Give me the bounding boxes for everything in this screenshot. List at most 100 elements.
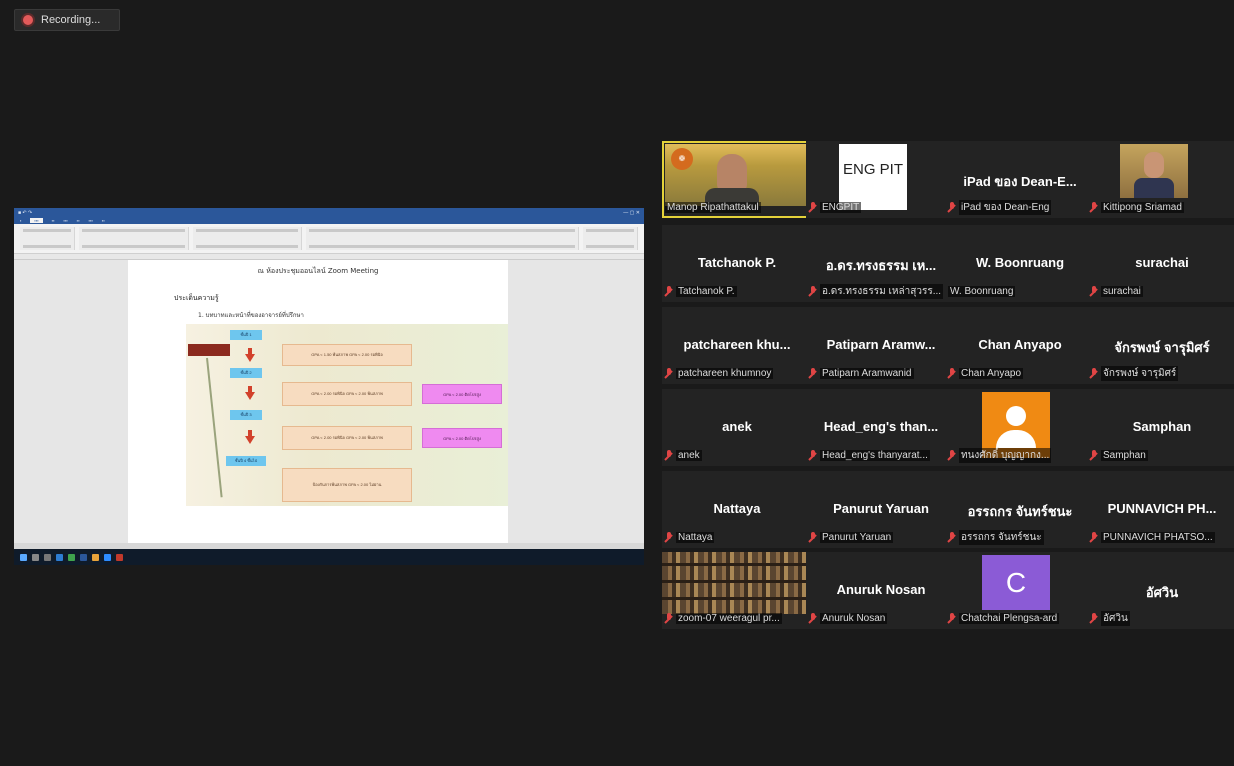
- participant-name-label: Patiparn Aramwanid: [820, 368, 914, 379]
- participant-display-name: Samphan: [1132, 419, 1192, 434]
- participant-name-label: surachai: [1101, 286, 1143, 297]
- participant-tile[interactable]: ทนงศักดิ์ บุญญากง...: [945, 389, 1095, 466]
- participant-tile[interactable]: Kittipong Sriamad: [1087, 141, 1234, 218]
- participant-caption: อ.ดร.ทรงธรรม เหล่าสุวรร...: [809, 284, 944, 299]
- participant-name-label: Chan Anyapo: [959, 368, 1024, 379]
- participant-caption: Panurut Yaruan: [809, 531, 894, 544]
- flow-stalk: [206, 357, 223, 498]
- participant-name-label: zoom-07 weeragul pr...: [676, 613, 782, 624]
- participant-tile[interactable]: W. Boonruang W. Boonruang: [945, 225, 1095, 302]
- participant-tile[interactable]: จักรพงษ์ จารุมิศร์ จักรพงษ์ จารุมิศร์: [1087, 307, 1234, 384]
- flow-box: GPA < 2.00 รอพินิจ GPA < 2.00 พ้นสภาพ: [282, 382, 412, 406]
- flow-step: ชั้นปี 4 ขึ้นไป: [226, 456, 266, 466]
- participant-caption: ทนงศักดิ์ บุญญากง...: [948, 448, 1052, 463]
- flow-pink-box: GPA < 2.00 ติดโปรสูง: [422, 428, 502, 448]
- participant-tile[interactable]: iPad ของ Dean-E... iPad ของ Dean-Eng: [945, 141, 1095, 218]
- participant-tile[interactable]: Chan Anyapo Chan Anyapo: [945, 307, 1095, 384]
- mic-muted-icon: [948, 613, 957, 624]
- participant-display-name: anek: [722, 419, 752, 434]
- participant-caption: Samphan: [1090, 449, 1148, 462]
- participant-caption: Manop Ripathattakul: [665, 201, 761, 214]
- word-ribbon-tabs: ▪ ▪▪▪ ▪▪ ▪▪▪ ▪▪ ▪▪▪ ▪▪: [14, 217, 644, 224]
- zoom-icon: [104, 553, 111, 561]
- participant-tile[interactable]: Nattaya Nattaya: [662, 471, 812, 548]
- participant-video: ❁: [665, 144, 809, 208]
- participant-caption: patchareen khumnoy: [665, 367, 774, 380]
- participant-name-label: ENGPIT: [820, 202, 862, 213]
- participant-tile[interactable]: ENG PIT ENGPIT: [806, 141, 956, 218]
- participant-caption: ENGPIT: [809, 201, 862, 214]
- participant-caption: อรรถกร จันทร์ชนะ: [948, 530, 1044, 545]
- participant-caption: zoom-07 weeragul pr...: [665, 612, 782, 625]
- windows-taskbar: [14, 549, 644, 565]
- ribbon-group: [79, 227, 189, 250]
- word-title-bar: ■ ↶ ↷ — ▢ ✕: [14, 208, 644, 217]
- participant-display-name: surachai: [1135, 255, 1189, 270]
- participant-display-name: patchareen khu...: [683, 337, 791, 352]
- word-tab: ▪▪▪: [88, 218, 93, 223]
- participant-tile[interactable]: ❁ Manop Ripathattakul: [662, 141, 812, 218]
- participant-caption: จักรพงษ์ จารุมิศร์: [1090, 366, 1179, 381]
- mic-muted-icon: [948, 450, 957, 461]
- participant-tile[interactable]: anek anek: [662, 389, 812, 466]
- chrome-icon: [68, 553, 75, 561]
- flow-step: ชั้นปี 2: [230, 368, 262, 378]
- recording-icon: [23, 15, 33, 25]
- mic-muted-icon: [665, 613, 674, 624]
- mic-muted-icon: [1090, 286, 1099, 297]
- participant-display-name: Nattaya: [713, 501, 761, 516]
- folder-icon: [92, 553, 99, 561]
- participant-caption: surachai: [1090, 285, 1143, 298]
- participant-name-label: Chatchai Plengsa-ard: [959, 613, 1060, 624]
- mic-muted-icon: [948, 532, 957, 543]
- participant-tile[interactable]: C Chatchai Plengsa-ard: [945, 552, 1095, 629]
- ribbon-group: [192, 227, 303, 250]
- ribbon-group: [20, 227, 76, 250]
- avatar-letter: C: [982, 555, 1050, 610]
- participant-video-bookshelf: [662, 552, 812, 614]
- participant-face: [1144, 152, 1164, 178]
- participant-tile[interactable]: Panurut Yaruan Panurut Yaruan: [806, 471, 956, 548]
- participant-caption: Patiparn Aramwanid: [809, 367, 914, 380]
- participant-caption: PUNNAVICH PHATSO...: [1090, 531, 1215, 544]
- participant-tile[interactable]: Head_eng's than... Head_eng's thanyarat..…: [806, 389, 956, 466]
- recording-label: Recording...: [41, 14, 101, 26]
- participant-name-label: Kittipong Sriamad: [1101, 202, 1184, 213]
- participant-tile[interactable]: อรรถกร จันทร์ชนะ อรรถกร จันทร์ชนะ: [945, 471, 1095, 548]
- document-page: ณ ห้องประชุมออนไลน์ Zoom Meeting ประเด็น…: [128, 260, 508, 543]
- flow-box: ป้องกันการพ้นสภาพ GPA < 2.00 ไม่ผ่าน: [282, 468, 412, 502]
- doc-list-item: 1. บทบาทและหน้าที่ของอาจารย์ที่ปรึกษา: [198, 312, 304, 319]
- participant-tile[interactable]: surachai surachai: [1087, 225, 1234, 302]
- participant-tile[interactable]: Anuruk Nosan Anuruk Nosan: [806, 552, 956, 629]
- participant-name-label: Anuruk Nosan: [820, 613, 888, 624]
- flow-arrow-tag: [188, 344, 230, 356]
- participant-tile[interactable]: Samphan Samphan: [1087, 389, 1234, 466]
- flow-pink-box: GPA < 2.00 ติดโปรสูง: [422, 384, 502, 404]
- participant-tile[interactable]: Patiparn Aramw... Patiparn Aramwanid: [806, 307, 956, 384]
- participant-tile[interactable]: patchareen khu... patchareen khumnoy: [662, 307, 812, 384]
- ribbon-group: [582, 227, 638, 250]
- mic-muted-icon: [809, 613, 818, 624]
- participant-display-name: Patiparn Aramw...: [826, 337, 936, 352]
- participant-display-name: iPad ของ Dean-E...: [963, 174, 1077, 189]
- participant-tile[interactable]: PUNNAVICH PH... PUNNAVICH PHATSO...: [1087, 471, 1234, 548]
- edge-icon: [56, 553, 63, 561]
- search-icon: [32, 553, 39, 561]
- participant-name-label: ทนงศักดิ์ บุญญากง...: [959, 448, 1052, 463]
- participant-tile[interactable]: อัศวิน อัศวิน: [1087, 552, 1234, 629]
- shared-screen: ■ ↶ ↷ — ▢ ✕ ▪ ▪▪▪ ▪▪ ▪▪▪ ▪▪ ▪▪▪ ▪▪ ณ ห้องประชุ…: [14, 208, 644, 565]
- participant-caption: iPad ของ Dean-Eng: [948, 200, 1052, 215]
- word-window-controls: — ▢ ✕: [623, 209, 640, 216]
- flow-step: ชั้นปี 1: [230, 330, 262, 340]
- participant-caption: Tatchanok P.: [665, 285, 737, 298]
- participant-display-name: Head_eng's than...: [823, 419, 939, 434]
- participant-tile[interactable]: zoom-07 weeragul pr...: [662, 552, 812, 629]
- recording-indicator[interactable]: Recording...: [14, 9, 120, 31]
- participant-tile[interactable]: Tatchanok P. Tatchanok P.: [662, 225, 812, 302]
- app-icon: [116, 553, 123, 561]
- participant-name-label: Samphan: [1101, 450, 1148, 461]
- participant-tile[interactable]: อ.ดร.ทรงธรรม เห... อ.ดร.ทรงธรรม เหล่าสุวร…: [806, 225, 956, 302]
- mic-muted-icon: [1090, 532, 1099, 543]
- mic-muted-icon: [1090, 450, 1099, 461]
- participant-display-name: จักรพงษ์ จารุมิศร์: [1114, 340, 1210, 355]
